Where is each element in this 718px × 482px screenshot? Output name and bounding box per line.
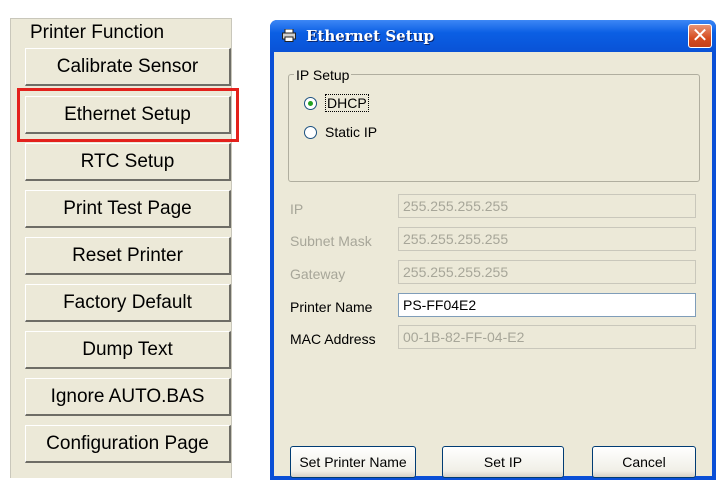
subnet-mask-field[interactable]: 255.255.255.255 xyxy=(398,227,696,251)
dialog-body: IP Setup DHCP Static IP IP 255.255.255.2… xyxy=(274,52,712,478)
set-printer-name-button[interactable]: Set Printer Name xyxy=(290,446,416,478)
dialog-titlebar[interactable]: Ethernet Setup ✕ xyxy=(270,20,716,52)
print-test-page-button[interactable]: Print Test Page xyxy=(25,190,231,228)
factory-default-button[interactable]: Factory Default xyxy=(25,284,231,322)
close-button[interactable]: ✕ xyxy=(688,24,712,48)
rtc-setup-button[interactable]: RTC Setup xyxy=(25,143,231,181)
reset-printer-button[interactable]: Reset Printer xyxy=(25,237,231,275)
dialog-title: Ethernet Setup xyxy=(306,27,435,45)
printer-name-input[interactable]: PS-FF04E2 xyxy=(398,293,696,317)
printer-function-group: Printer Function Calibrate Sensor Ethern… xyxy=(10,18,239,478)
mac-address-label: MAC Address xyxy=(290,331,376,347)
close-icon: ✕ xyxy=(691,25,709,47)
set-ip-button[interactable]: Set IP xyxy=(442,446,564,478)
printer-name-label: Printer Name xyxy=(290,299,373,315)
static-ip-label: Static IP xyxy=(325,124,378,140)
ip-label: IP xyxy=(290,201,304,217)
ip-field[interactable]: 255.255.255.255 xyxy=(398,194,696,218)
configuration-page-button[interactable]: Configuration Page xyxy=(25,425,231,463)
ethernet-setup-button[interactable]: Ethernet Setup xyxy=(17,88,239,142)
cancel-button[interactable]: Cancel xyxy=(592,446,696,478)
gateway-field[interactable]: 255.255.255.255 xyxy=(398,260,696,284)
ignore-auto-bas-button[interactable]: Ignore AUTO.BAS xyxy=(25,378,231,416)
gateway-label: Gateway xyxy=(290,266,346,282)
printer-icon xyxy=(282,29,296,42)
ip-setup-title: IP Setup xyxy=(294,67,352,83)
mac-address-field[interactable]: 00-1B-82-FF-04-E2 xyxy=(398,325,696,349)
radio-selected-indicator xyxy=(304,96,317,110)
radio-unselected-indicator xyxy=(304,125,317,139)
calibrate-sensor-button[interactable]: Calibrate Sensor xyxy=(25,48,231,86)
ethernet-setup-dialog: Ethernet Setup ✕ IP Setup DHCP Static IP… xyxy=(270,20,716,480)
dhcp-label: DHCP xyxy=(325,94,369,112)
dump-text-button[interactable]: Dump Text xyxy=(25,331,231,369)
dhcp-radio[interactable]: DHCP xyxy=(304,94,369,112)
printer-function-title: Printer Function xyxy=(27,22,168,44)
subnet-mask-label: Subnet Mask xyxy=(290,233,372,249)
static-ip-radio[interactable]: Static IP xyxy=(304,124,377,140)
